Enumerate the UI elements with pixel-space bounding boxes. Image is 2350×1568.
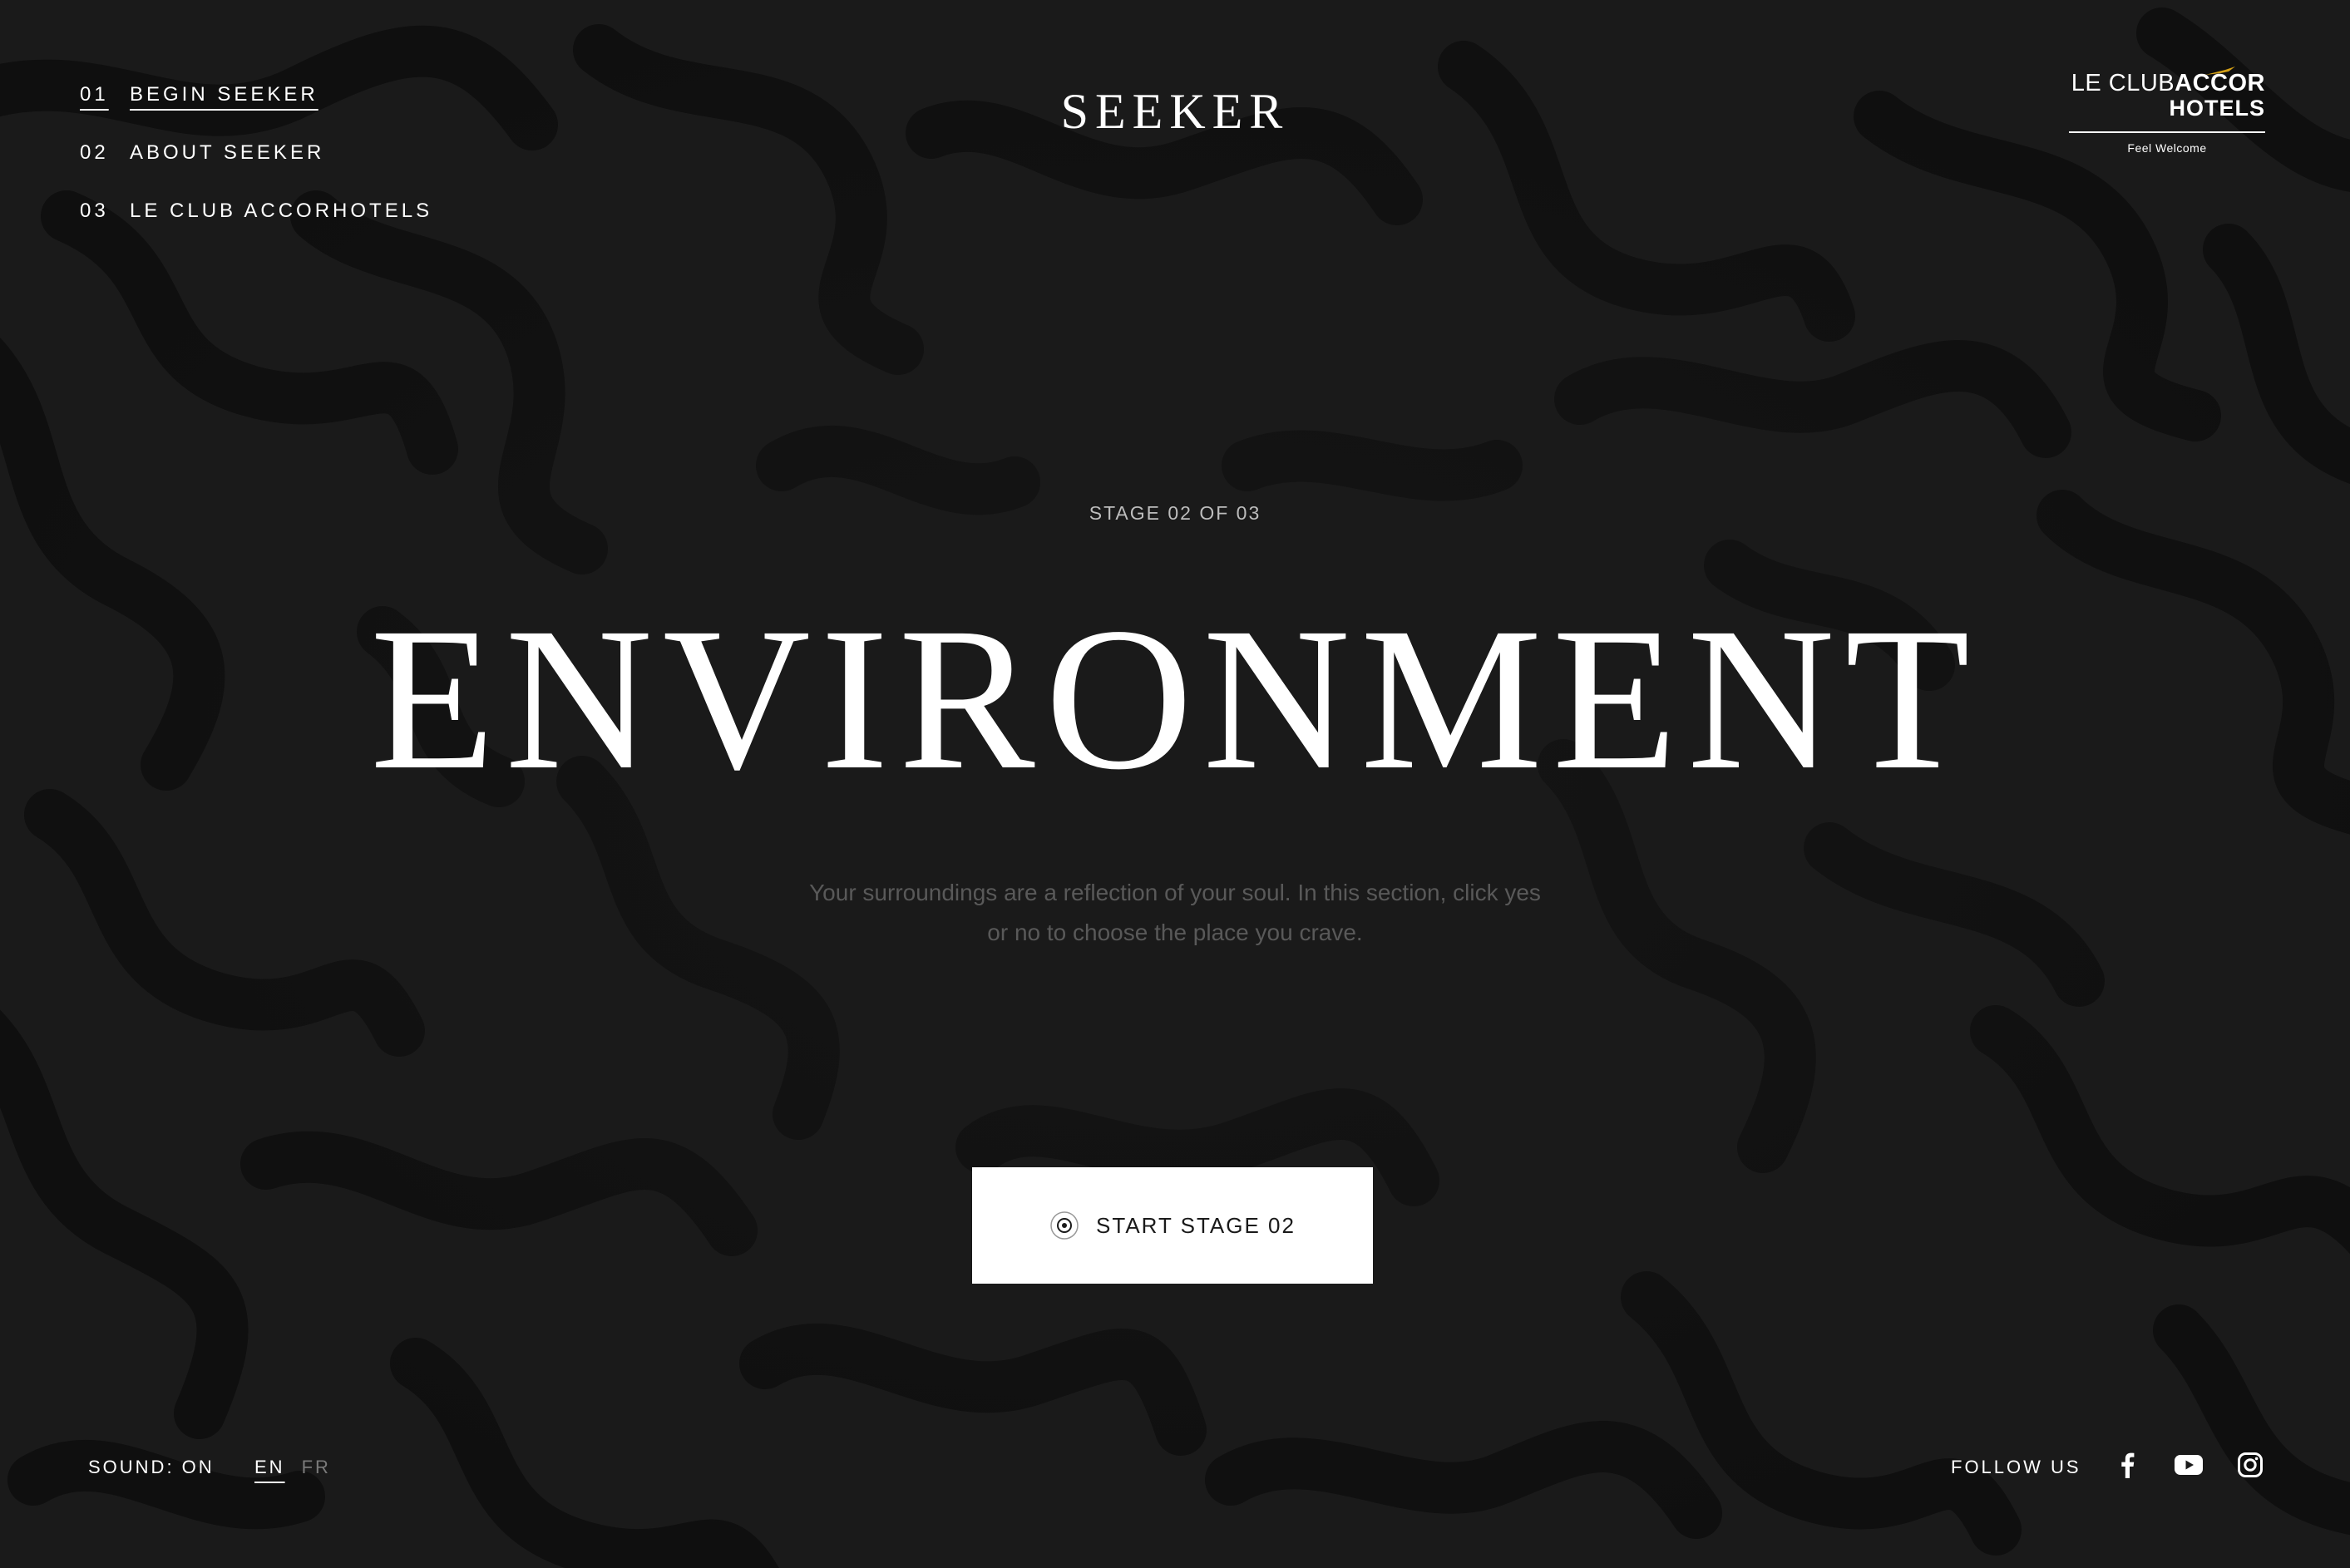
facebook-icon[interactable]: [2112, 1450, 2142, 1480]
site-title[interactable]: SEEKER: [1009, 83, 1341, 141]
sound-toggle[interactable]: SOUND: ON: [88, 1457, 215, 1478]
stage-description: Your surroundings are a reflection of yo…: [809, 880, 1541, 945]
nav-item-le-club-accorhotels[interactable]: 03 LE CLUB ACCORHOTELS: [80, 200, 432, 258]
language-en[interactable]: EN: [254, 1457, 285, 1478]
logo-le-club: LE CLUB: [2071, 70, 2175, 96]
nav-item-number: 03: [80, 200, 109, 222]
follow-us-label: FOLLOW US: [1951, 1457, 2081, 1477]
instagram-icon[interactable]: [2235, 1450, 2265, 1480]
logo-divider: [2069, 131, 2265, 133]
nav-item-number: 01: [80, 83, 109, 106]
language-fr[interactable]: FR: [302, 1457, 331, 1478]
start-stage-label: START STAGE 02: [1096, 1212, 1296, 1238]
page-headline: ENVIRONMENT: [370, 586, 1980, 812]
social-links: [2112, 1450, 2265, 1480]
logo-tagline: Feel Welcome: [2127, 141, 2207, 155]
target-icon: [1050, 1211, 1079, 1240]
stage-label: STAGE 02 OF 03: [1089, 502, 1261, 524]
youtube-icon[interactable]: [2174, 1450, 2204, 1480]
nav-item-label: LE CLUB ACCORHOTELS: [130, 200, 433, 222]
nav-item-about-seeker[interactable]: 02 ABOUT SEEKER: [80, 141, 432, 200]
logo-hotels: HOTELS: [2169, 96, 2265, 121]
nav-item-begin-seeker[interactable]: 01 BEGIN SEEKER: [80, 83, 432, 141]
main-nav: 01 BEGIN SEEKER 02 ABOUT SEEKER 03 LE CL…: [80, 83, 432, 258]
le-club-accorhotels-logo[interactable]: LE CLUBACCOR HOTELS Feel Welcome: [2069, 67, 2265, 155]
nav-item-label: ABOUT SEEKER: [130, 141, 325, 164]
nav-item-label: BEGIN SEEKER: [130, 83, 318, 106]
start-stage-button[interactable]: START STAGE 02: [972, 1167, 1373, 1284]
language-switcher: EN FR: [254, 1457, 331, 1478]
nav-item-number: 02: [80, 141, 109, 164]
accor-bird-icon: [2205, 67, 2235, 75]
